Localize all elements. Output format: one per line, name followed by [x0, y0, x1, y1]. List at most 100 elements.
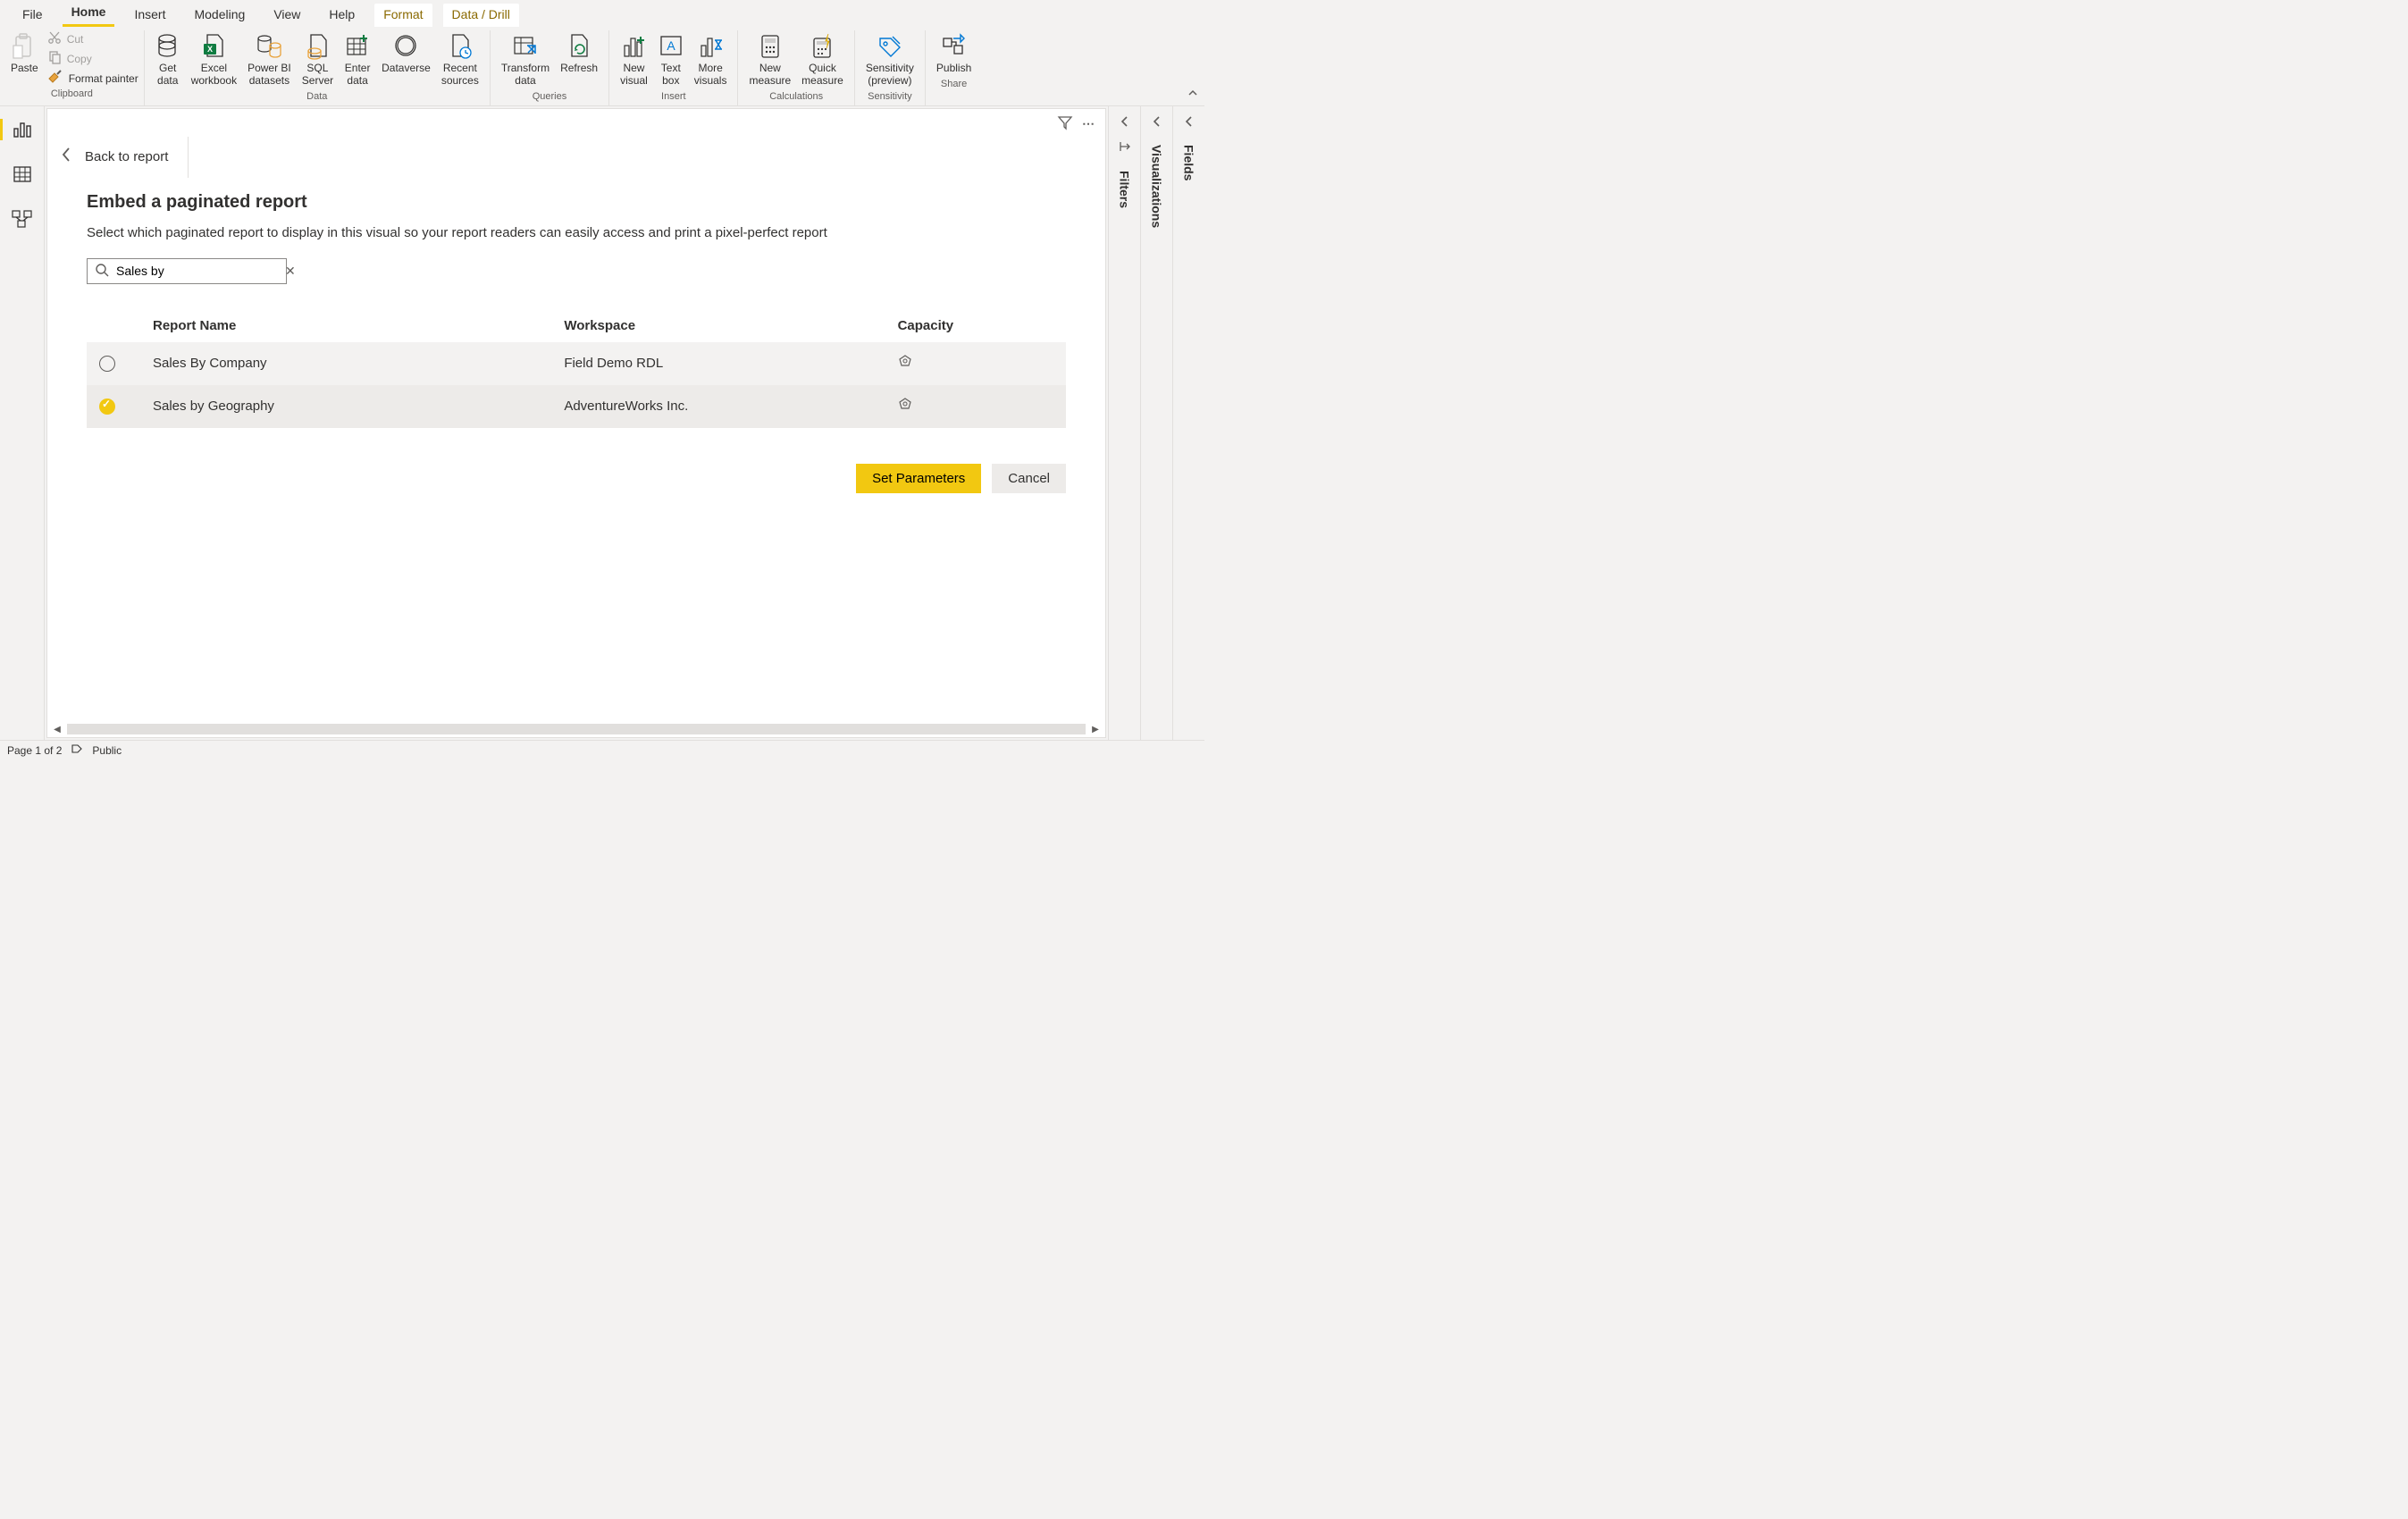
calculator-icon	[759, 32, 782, 61]
more-options-icon[interactable]: ⋯	[1082, 116, 1096, 131]
new-measure-label: New measure	[749, 63, 791, 88]
page-indicator[interactable]: Page 1 of 2	[7, 744, 62, 757]
capacity-icon	[898, 400, 912, 415]
ribbon-group-insert: New visual AText box More visuals Insert	[609, 30, 738, 105]
bookmark-icon[interactable]	[1118, 139, 1132, 156]
get-data-button[interactable]: Get data	[150, 30, 186, 89]
quick-measure-icon	[810, 32, 835, 61]
more-visuals-icon	[698, 32, 723, 61]
tab-insert[interactable]: Insert	[125, 4, 174, 27]
table-row[interactable]: Sales By Company Field Demo RDL	[87, 342, 1066, 385]
search-box[interactable]: ✕	[87, 258, 287, 284]
ribbon-collapse-button[interactable]	[1187, 87, 1199, 102]
ribbon-group-sensitivity: Sensitivity (preview) Sensitivity	[855, 30, 926, 105]
tab-home[interactable]: Home	[63, 1, 115, 27]
format-painter-label: Format painter	[69, 72, 138, 85]
capacity-icon	[898, 357, 912, 373]
cancel-button[interactable]: Cancel	[992, 464, 1066, 493]
search-input[interactable]	[116, 264, 278, 278]
back-chevron-icon[interactable]	[60, 146, 72, 168]
scroll-right-arrow[interactable]: ▶	[1089, 723, 1102, 735]
right-panes: Filters Visualizations Fields	[1108, 106, 1204, 740]
rail-model-view[interactable]	[6, 205, 38, 233]
scroll-track[interactable]	[67, 724, 1086, 734]
cell-workspace: AdventureWorks Inc.	[551, 385, 885, 428]
radio-selected[interactable]	[99, 399, 115, 415]
sensitivity-label: Sensitivity (preview)	[866, 63, 914, 88]
fields-pane[interactable]: Fields	[1172, 106, 1204, 740]
format-painter-button[interactable]: Format painter	[47, 70, 138, 87]
recent-label: Recent sources	[441, 63, 479, 88]
transform-icon	[512, 32, 539, 61]
filter-icon[interactable]	[1057, 114, 1073, 133]
filters-pane[interactable]: Filters	[1108, 106, 1140, 740]
refresh-button[interactable]: Refresh	[555, 30, 603, 77]
group-label-share: Share	[941, 77, 967, 93]
table-row[interactable]: Sales by Geography AdventureWorks Inc.	[87, 385, 1066, 428]
pbi-datasets-label: Power BI datasets	[248, 63, 291, 88]
ribbon: Paste Cut Copy Format painter Clipboard	[0, 27, 1204, 106]
group-label-insert: Insert	[661, 89, 686, 105]
clear-search-button[interactable]: ✕	[285, 264, 296, 279]
horizontal-scrollbar[interactable]: ◀ ▶	[47, 721, 1105, 737]
tab-format[interactable]: Format	[374, 4, 432, 28]
more-visuals-button[interactable]: More visuals	[689, 30, 733, 89]
scissors-icon	[47, 30, 62, 47]
tag-icon	[877, 32, 903, 61]
enter-data-button[interactable]: Enter data	[339, 30, 376, 89]
database-icon	[156, 32, 180, 61]
excel-button[interactable]: XExcel workbook	[186, 30, 242, 89]
tab-file[interactable]: File	[13, 4, 52, 27]
sensitivity-status[interactable]: Public	[92, 744, 122, 757]
enter-data-label: Enter data	[345, 63, 371, 88]
scroll-left-arrow[interactable]: ◀	[51, 723, 63, 735]
chevron-left-icon[interactable]	[1120, 115, 1130, 130]
visualizations-pane-title: Visualizations	[1150, 145, 1164, 228]
group-label-data: Data	[306, 89, 327, 105]
sensitivity-icon[interactable]	[71, 743, 83, 758]
ribbon-group-clipboard: Paste Cut Copy Format painter Clipboard	[0, 30, 145, 105]
group-label-calculations: Calculations	[769, 89, 823, 105]
copy-button[interactable]: Copy	[47, 50, 138, 67]
new-measure-button[interactable]: New measure	[743, 30, 796, 89]
rail-report-view[interactable]	[6, 115, 38, 144]
tab-modeling[interactable]: Modeling	[185, 4, 254, 27]
dataverse-button[interactable]: Dataverse	[376, 30, 436, 77]
group-label-sensitivity: Sensitivity	[868, 89, 912, 105]
chevron-left-icon[interactable]	[1152, 115, 1162, 130]
col-capacity: Capacity	[885, 309, 1066, 342]
publish-label: Publish	[936, 63, 971, 75]
sensitivity-button[interactable]: Sensitivity (preview)	[860, 30, 919, 89]
recent-sources-button[interactable]: Recent sources	[436, 30, 484, 89]
cell-report-name: Sales By Company	[140, 342, 551, 385]
back-to-report-link[interactable]: Back to report	[85, 149, 168, 164]
visualizations-pane[interactable]: Visualizations	[1140, 106, 1172, 740]
rail-data-view[interactable]	[6, 160, 38, 189]
paste-label: Paste	[11, 63, 38, 75]
tab-view[interactable]: View	[264, 4, 309, 27]
new-visual-button[interactable]: New visual	[615, 30, 653, 89]
ribbon-group-calculations: New measure Quick measure Calculations	[738, 30, 854, 105]
pbi-datasets-button[interactable]: Power BI datasets	[242, 30, 297, 89]
chevron-left-icon[interactable]	[1184, 115, 1195, 130]
radio-unselected[interactable]	[99, 356, 115, 372]
set-parameters-button[interactable]: Set Parameters	[856, 464, 981, 493]
col-workspace: Workspace	[551, 309, 885, 342]
paste-button[interactable]: Paste	[5, 30, 44, 77]
tab-data-drill[interactable]: Data / Drill	[443, 4, 519, 28]
report-table: Report Name Workspace Capacity Sales By …	[87, 309, 1066, 428]
publish-button[interactable]: Publish	[931, 30, 977, 77]
ribbon-group-share: Publish Share	[926, 30, 982, 105]
new-visual-label: New visual	[620, 63, 648, 88]
statusbar: Page 1 of 2 Public	[0, 740, 1204, 760]
cut-button[interactable]: Cut	[47, 30, 138, 47]
fields-pane-title: Fields	[1182, 145, 1196, 180]
report-canvas: ⋯ Back to report Embed a paginated repor…	[46, 108, 1106, 738]
get-data-label: Get data	[157, 63, 178, 88]
sql-server-button[interactable]: SQL Server	[297, 30, 339, 89]
tab-help[interactable]: Help	[320, 4, 364, 27]
text-box-button[interactable]: AText box	[653, 30, 689, 89]
content: Embed a paginated report Select which pa…	[47, 192, 1105, 721]
transform-data-button[interactable]: Transform data	[496, 30, 555, 89]
quick-measure-button[interactable]: Quick measure	[796, 30, 849, 89]
